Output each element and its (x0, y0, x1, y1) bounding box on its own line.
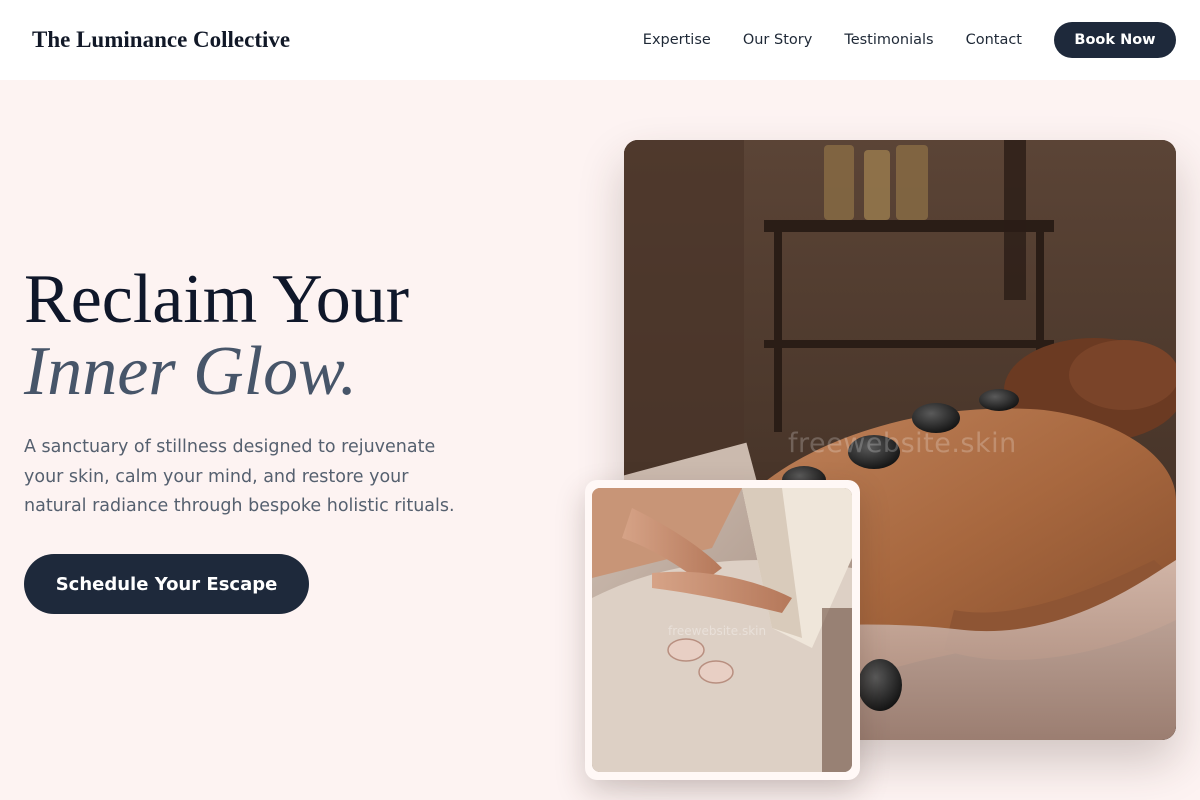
inset-watermark: freewebsite.skin (668, 624, 767, 638)
brand-logo[interactable]: The Luminance Collective (32, 27, 290, 53)
book-now-button[interactable]: Book Now (1054, 22, 1176, 58)
nav-link-contact[interactable]: Contact (966, 32, 1022, 48)
nav-link-our-story[interactable]: Our Story (743, 32, 812, 48)
hero-title-line1: Reclaim Your (24, 261, 409, 338)
hero-title-line2: Inner Glow. (24, 333, 358, 410)
schedule-escape-button[interactable]: Schedule Your Escape (24, 554, 309, 614)
image-watermark: freewebsite.skin (788, 428, 1017, 459)
nav-link-testimonials[interactable]: Testimonials (844, 32, 933, 48)
main-nav: Expertise Our Story Testimonials Contact… (643, 22, 1176, 58)
hero-title: Reclaim Your Inner Glow. (24, 264, 409, 408)
site-header: The Luminance Collective Expertise Our S… (0, 0, 1200, 80)
hero-description: A sanctuary of stillness designed to rej… (24, 437, 455, 516)
nav-link-expertise[interactable]: Expertise (643, 32, 711, 48)
